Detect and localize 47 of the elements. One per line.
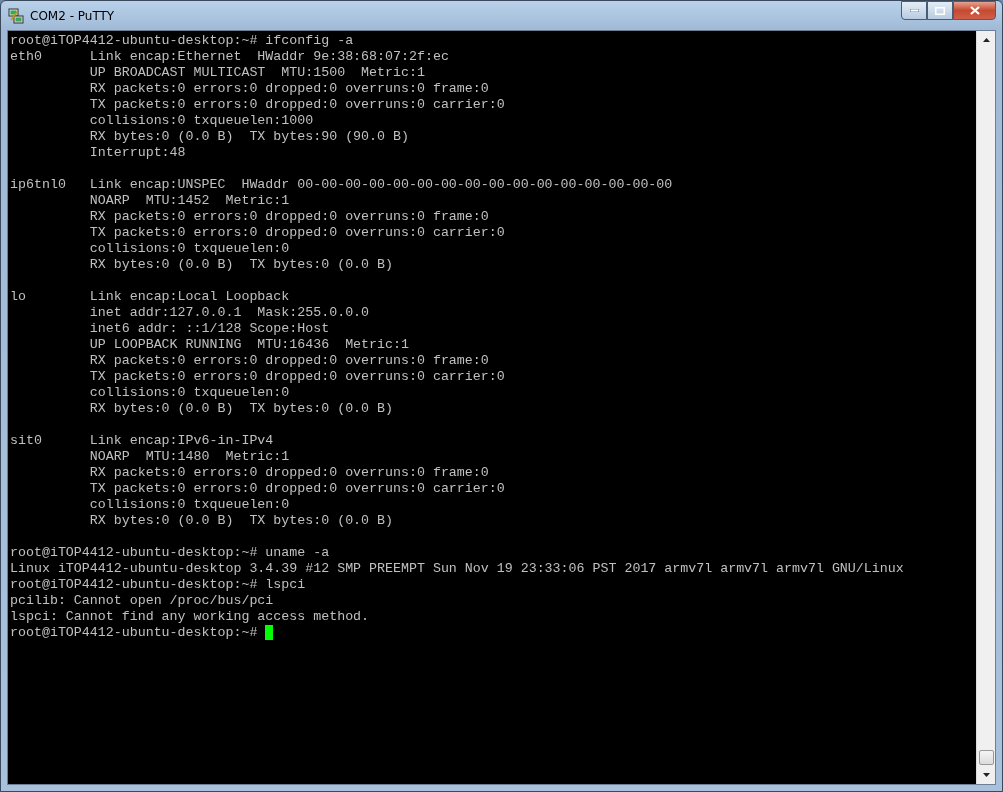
terminal-line: TX packets:0 errors:0 dropped:0 overruns:0 carrier:0 xyxy=(88,225,505,241)
terminal-line: TX packets:0 errors:0 dropped:0 overruns:0 carrier:0 xyxy=(88,369,505,385)
terminal-line: UP LOOPBACK RUNNING MTU:16436 Metric:1 xyxy=(88,337,409,353)
terminal-line: Interrupt:48 xyxy=(88,145,186,161)
terminal-line: sit0 Link encap:IPv6-in-IPv4 xyxy=(10,433,274,449)
terminal-line: root@iTOP4412-ubuntu-desktop:~# lspci xyxy=(10,577,306,593)
terminal-line: inet6 addr: ::1/128 Scope:Host xyxy=(88,321,330,337)
terminal-line: RX bytes:0 (0.0 B) TX bytes:0 (0.0 B) xyxy=(88,513,393,529)
terminal-line: collisions:0 txqueuelen:1000 xyxy=(88,113,314,129)
scroll-up-arrow-icon[interactable] xyxy=(982,38,990,42)
computer-icon xyxy=(8,7,24,24)
close-icon xyxy=(969,6,980,15)
terminal-line: root@iTOP4412-ubuntu-desktop:~# uname -a xyxy=(10,545,330,561)
scroll-thumb[interactable] xyxy=(978,750,994,765)
terminal-line: pcilib: Cannot open /proc/bus/pci xyxy=(10,593,274,609)
terminal-line: RX packets:0 errors:0 dropped:0 overruns:0 frame:0 xyxy=(88,81,489,97)
terminal-line: UP BROADCAST MULTICAST MTU:1500 Metric:1 xyxy=(88,65,425,81)
maximize-icon xyxy=(935,6,945,15)
terminal-line: lspci: Cannot find any working access method. xyxy=(10,609,370,625)
terminal-line: RX packets:0 errors:0 dropped:0 overruns:0 frame:0 xyxy=(88,465,489,481)
terminal-line: collisions:0 txqueuelen:0 xyxy=(88,497,290,513)
terminal-line: RX bytes:0 (0.0 B) TX bytes:90 (90.0 B) xyxy=(88,129,409,145)
terminal-line: inet addr:127.0.0.1 Mask:255.0.0.0 xyxy=(88,305,370,321)
cursor-icon xyxy=(265,625,274,640)
terminal-line: RX bytes:0 (0.0 B) TX bytes:0 (0.0 B) xyxy=(88,257,393,273)
terminal-line: eth0 Link encap:Ethernet HWaddr 9e:38:68:07:2f:ec xyxy=(10,49,449,65)
terminal-line: RX packets:0 errors:0 dropped:0 overruns:0 frame:0 xyxy=(88,353,489,369)
terminal-line: RX bytes:0 (0.0 B) TX bytes:0 (0.0 B) xyxy=(88,401,393,417)
minimize-icon xyxy=(909,9,919,12)
terminal-line: ip6tnl0 Link encap:UNSPEC HWaddr 00-00-00-00-00-00-00-00-00-00-00-00-00-00-00-00 xyxy=(10,177,673,193)
terminal-line: lo Link encap:Local Loopback xyxy=(10,289,290,305)
terminal-line: Linux iTOP4412-ubuntu-desktop 3.4.39 #12 SMP PREEMPT Sun Nov 19 23:33:06 PST 2017 armv7l armv7l armv7l GNU/Linux xyxy=(10,561,904,577)
terminal-line: TX packets:0 errors:0 dropped:0 overruns:0 carrier:0 xyxy=(88,481,505,497)
close-button[interactable] xyxy=(953,1,996,20)
terminal-line: RX packets:0 errors:0 dropped:0 overruns:0 frame:0 xyxy=(88,209,489,225)
terminal-line: NOARP MTU:1480 Metric:1 xyxy=(88,449,290,465)
terminal-line: NOARP MTU:1452 Metric:1 xyxy=(88,193,290,209)
terminal-line: TX packets:0 errors:0 dropped:0 overruns:0 carrier:0 xyxy=(88,97,505,113)
terminal-line: collisions:0 txqueuelen:0 xyxy=(88,241,290,257)
minimize-button[interactable] xyxy=(901,1,927,20)
maximize-button[interactable] xyxy=(927,1,953,20)
window-title: COM2 - PuTTY xyxy=(30,8,115,23)
terminal-line: root@iTOP4412-ubuntu-desktop:~# ifconfig -a xyxy=(10,33,354,49)
scroll-down-arrow-icon[interactable] xyxy=(982,773,990,777)
scrollbar[interactable] xyxy=(976,31,995,784)
terminal-line: collisions:0 txqueuelen:0 xyxy=(88,385,290,401)
terminal-line: root@iTOP4412-ubuntu-desktop:~# xyxy=(10,625,259,641)
